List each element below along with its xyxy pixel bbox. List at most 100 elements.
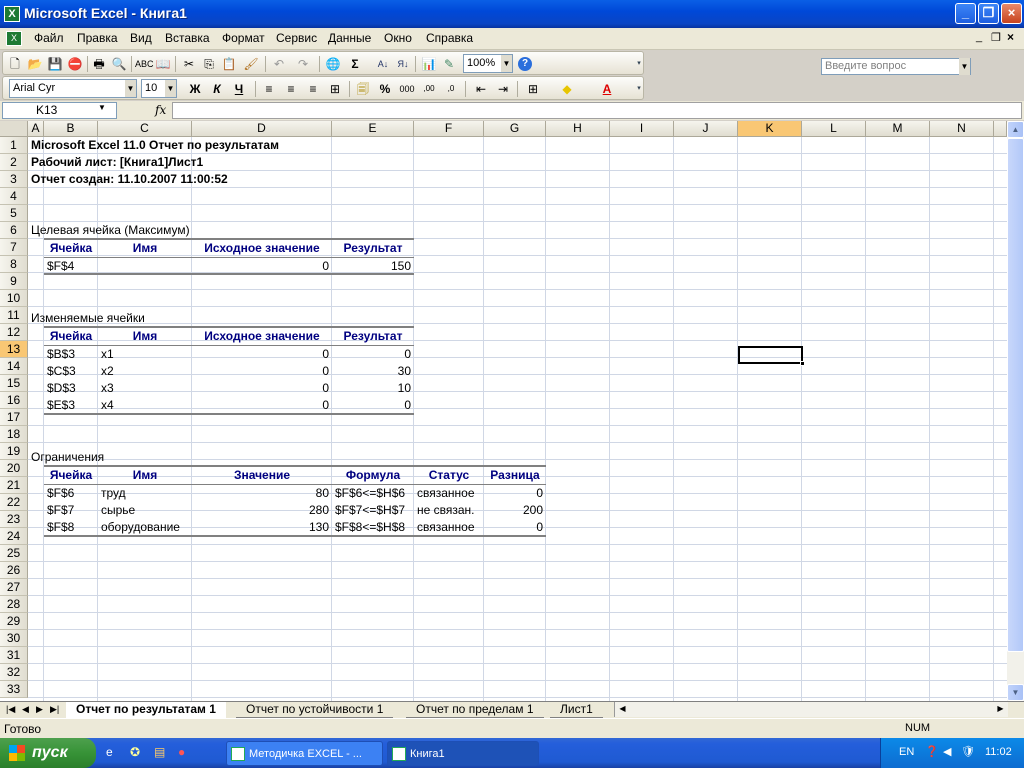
row-header-14[interactable]: 14: [0, 358, 28, 375]
fill-handle[interactable]: [800, 361, 805, 366]
row-header-4[interactable]: 4: [0, 188, 28, 205]
formula-input[interactable]: [172, 102, 1022, 119]
menu-view[interactable]: Вид: [130, 31, 152, 45]
tab-limits-report[interactable]: Отчет по пределам 1: [406, 702, 544, 718]
menu-insert[interactable]: Вставка: [165, 31, 210, 45]
start-button[interactable]: пуск: [0, 738, 96, 768]
copy-icon[interactable]: ⎘: [201, 56, 217, 72]
undo-icon[interactable]: ↶: [271, 56, 287, 72]
toolbar-options-icon[interactable]: ▾: [635, 81, 643, 97]
row-header-10[interactable]: 10: [0, 290, 28, 307]
doc-close-icon[interactable]: ×: [1007, 30, 1014, 44]
row-header-19[interactable]: 19: [0, 443, 28, 460]
doc-restore-icon[interactable]: ❐: [991, 31, 1001, 44]
print-icon[interactable]: 🖶: [91, 56, 107, 72]
row-header-28[interactable]: 28: [0, 596, 28, 613]
next-sheet-icon[interactable]: ▶: [36, 704, 43, 715]
italic-icon[interactable]: К: [209, 81, 225, 97]
col-header-N[interactable]: N: [930, 121, 994, 137]
col-header-K[interactable]: K: [738, 121, 802, 137]
fill-color-icon[interactable]: ◆: [559, 81, 575, 97]
decrease-decimal-icon[interactable]: ,0: [443, 81, 459, 97]
media-icon[interactable]: ●: [178, 745, 194, 761]
col-header-B[interactable]: B: [44, 121, 98, 137]
minimize-button[interactable]: _: [955, 3, 976, 24]
folder-icon[interactable]: ▤: [154, 745, 170, 761]
insert-function-icon[interactable]: fx: [155, 103, 166, 117]
active-cell-K13[interactable]: [738, 346, 805, 366]
scroll-up-icon[interactable]: ▲: [1007, 121, 1024, 138]
permission-icon[interactable]: ⛔: [67, 56, 83, 72]
increase-decimal-icon[interactable]: ,00: [421, 81, 437, 97]
row-header-31[interactable]: 31: [0, 647, 28, 664]
row-header-9[interactable]: 9: [0, 273, 28, 290]
chart-wizard-icon[interactable]: 📊: [421, 56, 437, 72]
scroll-down-icon[interactable]: ▼: [1007, 684, 1024, 701]
sort-ascending-icon[interactable]: A↓: [375, 56, 391, 72]
name-box-dropdown-icon[interactable]: ▼: [98, 103, 106, 112]
close-button[interactable]: ×: [1001, 3, 1022, 24]
drawing-icon[interactable]: ✎: [441, 56, 457, 72]
col-header-A[interactable]: A: [28, 121, 44, 137]
scroll-left-icon[interactable]: ◀: [615, 702, 630, 716]
col-header-L[interactable]: L: [802, 121, 866, 137]
spelling-icon[interactable]: ABC: [135, 56, 154, 72]
menu-data[interactable]: Данные: [328, 31, 371, 45]
row-header-20[interactable]: 20: [0, 460, 28, 477]
row-header-1[interactable]: 1: [0, 137, 28, 154]
increase-indent-icon[interactable]: ⇥: [495, 81, 511, 97]
redo-icon[interactable]: ↷: [295, 56, 311, 72]
task-excel-book[interactable]: Книга1: [387, 741, 539, 766]
font-color-icon[interactable]: A: [599, 81, 615, 97]
col-header-J[interactable]: J: [674, 121, 738, 137]
new-icon[interactable]: 🗋: [7, 56, 23, 72]
row-header-11[interactable]: 11: [0, 307, 28, 324]
vertical-scrollbar[interactable]: ▲ ▼: [1007, 121, 1024, 701]
menu-edit[interactable]: Правка: [77, 31, 118, 45]
row-header-6[interactable]: 6: [0, 222, 28, 239]
network-icon[interactable]: ◀: [943, 745, 951, 758]
sort-descending-icon[interactable]: Я↓: [395, 56, 411, 72]
quicklaunch-icon[interactable]: ✪: [130, 745, 146, 761]
prev-sheet-icon[interactable]: ◀: [22, 704, 29, 715]
vertical-scroll-thumb[interactable]: [1007, 138, 1024, 652]
cut-icon[interactable]: ✂: [181, 56, 197, 72]
row-header-27[interactable]: 27: [0, 579, 28, 596]
row-header-26[interactable]: 26: [0, 562, 28, 579]
menu-file[interactable]: Файл: [34, 31, 64, 45]
worksheet-grid[interactable]: A B C D E F G H I J K L M N 1 2 3 4 5 6 7 8 9 10 1…: [0, 121, 1007, 701]
row-header-24[interactable]: 24: [0, 528, 28, 545]
zoom-select[interactable]: 100% ▼: [463, 54, 513, 73]
col-header-D[interactable]: D: [192, 121, 332, 137]
select-all-corner[interactable]: [0, 121, 28, 137]
row-header-29[interactable]: 29: [0, 613, 28, 630]
clock[interactable]: 11:02: [985, 746, 1012, 758]
doc-minimize-icon[interactable]: _: [976, 31, 982, 43]
row-header-17[interactable]: 17: [0, 409, 28, 426]
row-header-15[interactable]: 15: [0, 375, 28, 392]
row-header-12[interactable]: 12: [0, 324, 28, 341]
align-center-icon[interactable]: ≡: [283, 81, 299, 97]
ask-dropdown-icon[interactable]: ▼: [959, 58, 970, 75]
row-header-22[interactable]: 22: [0, 494, 28, 511]
tab-results-report[interactable]: Отчет по результатам 1: [66, 702, 226, 718]
print-preview-icon[interactable]: 🔍: [111, 56, 127, 72]
open-icon[interactable]: 📂: [27, 56, 43, 72]
toolbar-options-icon[interactable]: ▾: [635, 56, 643, 72]
row-header-2[interactable]: 2: [0, 154, 28, 171]
currency-icon[interactable]: 🗐: [355, 81, 371, 97]
save-icon[interactable]: 💾: [47, 56, 63, 72]
borders-icon[interactable]: ⊞: [525, 81, 541, 97]
row-header-30[interactable]: 30: [0, 630, 28, 647]
last-sheet-icon[interactable]: ▶|: [50, 704, 59, 715]
align-right-icon[interactable]: ≡: [305, 81, 321, 97]
col-header-M[interactable]: M: [866, 121, 930, 137]
menu-help[interactable]: Справка: [426, 31, 473, 45]
row-header-8[interactable]: 8: [0, 256, 28, 273]
research-icon[interactable]: 📖: [155, 56, 171, 72]
merge-center-icon[interactable]: ⊞: [327, 81, 343, 97]
restore-button[interactable]: ❐: [978, 3, 999, 24]
help-icon[interactable]: ?: [518, 57, 532, 71]
decrease-indent-icon[interactable]: ⇤: [473, 81, 489, 97]
underline-icon[interactable]: Ч: [231, 81, 247, 97]
